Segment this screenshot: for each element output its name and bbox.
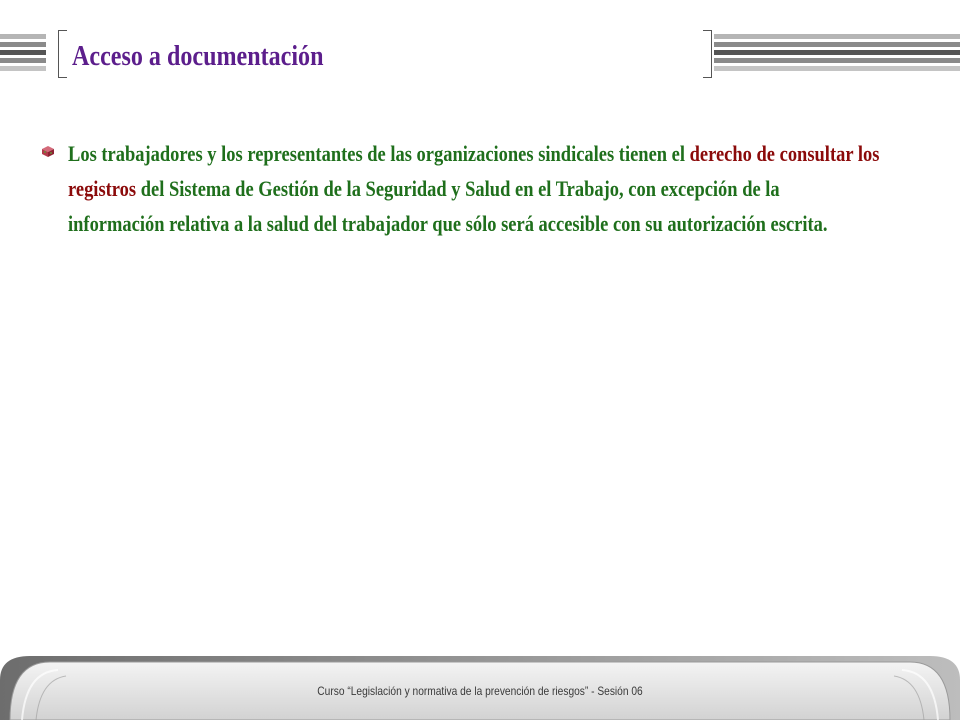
header-stripes-left [0, 30, 46, 74]
red-cube-bullet-icon [40, 144, 56, 158]
bullet-text: Los trabajadores y los representantes de… [68, 136, 879, 241]
bullet-text-segment: Los trabajadores y los representantes de… [68, 141, 690, 166]
bullet-text-segment: del Sistema de Gestión de la Seguridad y… [68, 176, 828, 236]
slide-title: Acceso a documentación [72, 41, 324, 72]
footer-course-label: Curso “Legislación y normativa de la pre… [317, 684, 643, 698]
footer-band [0, 640, 960, 720]
title-bracket-right [703, 30, 712, 78]
title-bracket-left [58, 30, 67, 78]
header-stripes-right [714, 30, 960, 74]
